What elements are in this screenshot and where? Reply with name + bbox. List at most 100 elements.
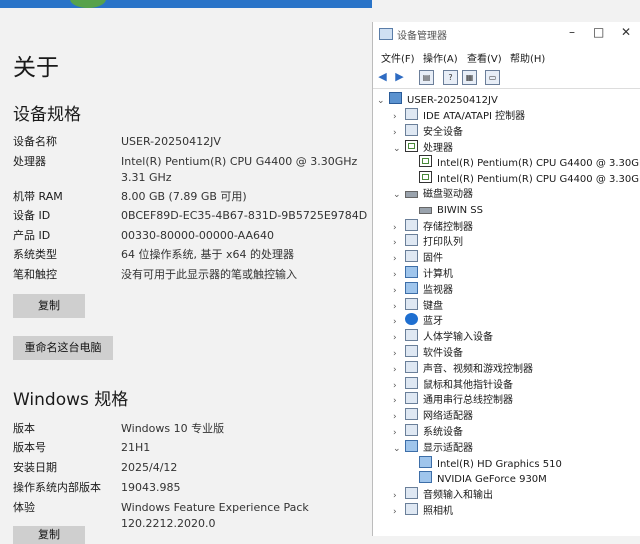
tree-node[interactable]: › 人体学输入设备 bbox=[393, 329, 493, 344]
computer-icon bbox=[389, 92, 402, 104]
disk-drive-icon bbox=[405, 191, 418, 198]
tree-node-label: 显示适配器 bbox=[423, 442, 473, 454]
network-adapter-icon bbox=[405, 408, 418, 421]
tree-node-label: 存储控制器 bbox=[423, 221, 473, 233]
update-driver-icon[interactable]: ▦ bbox=[462, 70, 477, 85]
tree-root[interactable]: ⌄ USER-20250412JV bbox=[377, 92, 498, 107]
tree-node[interactable]: › 软件设备 bbox=[393, 345, 463, 360]
tree-node[interactable]: › 通用串行总线控制器 bbox=[393, 392, 513, 407]
expand-chevron-icon[interactable]: › bbox=[393, 426, 403, 441]
expand-chevron-icon[interactable]: › bbox=[393, 347, 403, 362]
copy-device-specs-button[interactable]: 复制 bbox=[13, 294, 85, 318]
ide-controller-icon bbox=[405, 108, 418, 120]
keyboard-icon bbox=[405, 297, 418, 310]
expand-chevron-icon[interactable]: › bbox=[393, 252, 403, 267]
spec-value: 00330-80000-00000-AA640 bbox=[121, 229, 274, 242]
tree-node[interactable]: › 照相机 bbox=[393, 503, 453, 518]
maximize-icon[interactable]: □ bbox=[593, 25, 604, 39]
toolbar: ◀ ▶ ▤ ? ▦ ▭ bbox=[373, 66, 640, 89]
spec-key: 系统类型 bbox=[13, 248, 57, 261]
help-icon[interactable]: ? bbox=[443, 70, 458, 85]
windows-spec-heading: Windows 规格 bbox=[13, 390, 129, 410]
menu-action[interactable]: 操作(A) bbox=[423, 50, 458, 65]
menu-file[interactable]: 文件(F) bbox=[381, 50, 415, 65]
expand-chevron-icon[interactable]: › bbox=[393, 126, 403, 141]
expand-chevron-icon[interactable]: ⌄ bbox=[377, 94, 387, 109]
minimize-icon[interactable]: – bbox=[569, 25, 575, 39]
title-bar: 设备管理器 – □ ✕ bbox=[373, 22, 640, 46]
tree-node[interactable]: › 蓝牙 bbox=[393, 313, 443, 328]
tree-node[interactable]: ⌄ 显示适配器 bbox=[393, 439, 473, 457]
about-page: 关于 设备规格 设备名称 USER-20250412JV 处理器 Intel(R… bbox=[0, 8, 370, 544]
expand-chevron-icon[interactable]: › bbox=[393, 394, 403, 409]
close-icon[interactable]: ✕ bbox=[621, 25, 631, 39]
expand-chevron-icon[interactable]: › bbox=[393, 221, 403, 236]
storage-controller-icon bbox=[405, 218, 418, 231]
spec-value: USER-20250412JV bbox=[121, 135, 221, 148]
expand-chevron-icon[interactable]: › bbox=[393, 331, 403, 346]
display-adapter-icon bbox=[405, 439, 418, 452]
expand-chevron-icon[interactable]: › bbox=[393, 110, 403, 125]
expand-chevron-icon[interactable]: › bbox=[393, 505, 403, 520]
rename-pc-button[interactable]: 重命名这台电脑 bbox=[13, 336, 113, 360]
expand-chevron-icon[interactable]: › bbox=[393, 489, 403, 504]
spec-value: 0BCEF89D-EC35-4B67-831D-9B5725E9784D bbox=[121, 209, 368, 222]
expand-chevron-icon[interactable]: › bbox=[393, 315, 403, 330]
tree-node[interactable]: › 安全设备 bbox=[393, 123, 463, 141]
spec-value: 64 位操作系统, 基于 x64 的处理器 bbox=[121, 248, 294, 261]
tree-node[interactable]: › 声音、视频和游戏控制器 bbox=[393, 360, 533, 378]
tree-node[interactable]: ⌄ 磁盘驱动器 bbox=[393, 187, 473, 202]
tree-node-label: Intel(R) Pentium(R) CPU G4400 @ 3.30GHz bbox=[437, 158, 640, 170]
spec-key: 设备名称 bbox=[13, 135, 57, 148]
expand-chevron-icon[interactable]: › bbox=[393, 379, 403, 394]
tree-node[interactable]: Intel(R) Pentium(R) CPU G4400 @ 3.30GHz bbox=[417, 171, 640, 186]
tree-node[interactable]: › 键盘 bbox=[393, 297, 443, 315]
tree-node[interactable]: › 固件 bbox=[393, 250, 443, 265]
device-spec-heading: 设备规格 bbox=[13, 105, 81, 125]
spec-key: 设备 ID bbox=[13, 209, 51, 222]
tree-node[interactable]: Intel(R) HD Graphics 510 bbox=[417, 455, 562, 471]
tree-node[interactable]: NVIDIA GeForce 930M bbox=[417, 471, 547, 486]
expand-chevron-icon[interactable]: › bbox=[393, 410, 403, 425]
forward-arrow-icon[interactable]: ▶ bbox=[393, 70, 406, 83]
tree-node[interactable]: Intel(R) Pentium(R) CPU G4400 @ 3.30GHz bbox=[417, 155, 640, 170]
tree-node[interactable]: › 音频输入和输出 bbox=[393, 487, 493, 502]
tree-node[interactable]: BIWIN SS bbox=[417, 203, 483, 218]
tree-node[interactable]: › 监视器 bbox=[393, 281, 453, 299]
tree-node[interactable]: ⌄ 处理器 bbox=[393, 139, 453, 157]
expand-chevron-icon[interactable]: › bbox=[393, 268, 403, 283]
menu-view[interactable]: 查看(V) bbox=[467, 50, 502, 65]
tree-node[interactable]: › 打印队列 bbox=[393, 234, 463, 249]
tree-node[interactable]: › 系统设备 bbox=[393, 424, 463, 439]
tree-node-label: 安全设备 bbox=[423, 126, 463, 138]
spec-key: 版本 bbox=[13, 422, 35, 435]
back-arrow-icon[interactable]: ◀ bbox=[376, 70, 389, 83]
menu-help[interactable]: 帮助(H) bbox=[510, 50, 545, 65]
tree-node-label: 打印队列 bbox=[423, 237, 463, 249]
security-device-icon bbox=[405, 123, 418, 136]
copy-windows-specs-button[interactable]: 复制 bbox=[13, 526, 85, 544]
monitor-icon[interactable]: ▭ bbox=[485, 70, 500, 85]
tree-node[interactable]: › 计算机 bbox=[393, 266, 453, 281]
spec-key: 机带 RAM bbox=[13, 190, 63, 203]
spec-key: 版本号 bbox=[13, 441, 46, 454]
collapse-chevron-icon[interactable]: ⌄ bbox=[393, 442, 403, 457]
printer-icon bbox=[405, 234, 418, 247]
tree-node[interactable]: › 网络适配器 bbox=[393, 408, 473, 423]
processor-icon bbox=[419, 171, 432, 184]
tree-node-label: 通用串行总线控制器 bbox=[423, 395, 513, 407]
tree-node-label: BIWIN SS bbox=[437, 204, 484, 216]
expand-chevron-icon[interactable]: › bbox=[393, 284, 403, 299]
expand-chevron-icon[interactable]: › bbox=[393, 236, 403, 251]
collapse-chevron-icon[interactable]: ⌄ bbox=[393, 188, 403, 203]
tree-node[interactable]: › 存储控制器 bbox=[393, 218, 473, 236]
collapse-chevron-icon[interactable]: ⌄ bbox=[393, 142, 403, 157]
firmware-icon bbox=[405, 250, 418, 263]
tree-node[interactable]: › IDE ATA/ATAPI 控制器 bbox=[393, 108, 525, 123]
spec-value: 2025/4/12 bbox=[121, 461, 178, 474]
spec-key: 笔和触控 bbox=[13, 268, 57, 281]
tree-node[interactable]: › 鼠标和其他指针设备 bbox=[393, 376, 513, 394]
expand-chevron-icon[interactable]: › bbox=[393, 300, 403, 315]
expand-chevron-icon[interactable]: › bbox=[393, 363, 403, 378]
properties-icon[interactable]: ▤ bbox=[419, 70, 434, 85]
